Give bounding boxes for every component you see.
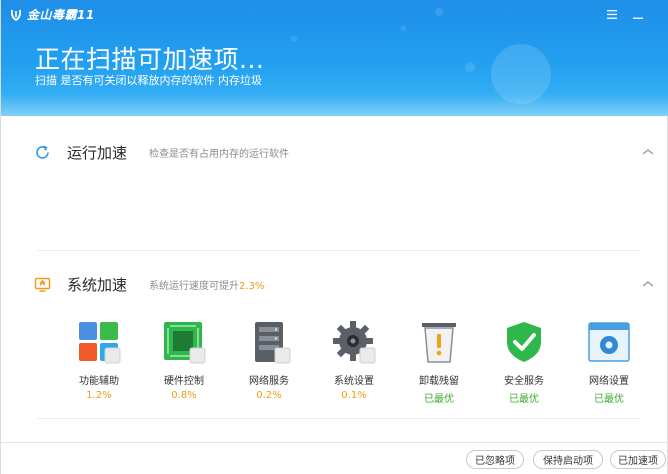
- menu-button[interactable]: [603, 6, 621, 22]
- decor-dot: [465, 62, 475, 72]
- item-value: 0.8%: [171, 390, 197, 401]
- item-label: 安全服务: [504, 376, 544, 387]
- decor-dot: [435, 8, 443, 16]
- features-icon: [79, 322, 121, 364]
- item-label: 卸载残留: [419, 376, 459, 387]
- minimize-button[interactable]: [629, 6, 647, 22]
- section-desc: 检查是否有占用内存的运行软件: [149, 148, 289, 160]
- collapse-chevron-icon[interactable]: [641, 279, 655, 289]
- gear-icon: [333, 321, 376, 364]
- item-value: 0.1%: [341, 390, 367, 401]
- item-value: 已最优: [594, 394, 624, 405]
- trash-warning-icon: [422, 323, 456, 363]
- section-title: 系统加速: [67, 275, 128, 294]
- decor-dot: [291, 36, 297, 42]
- minimize-icon: [633, 17, 643, 19]
- collapse-chevron-icon[interactable]: [641, 147, 655, 157]
- section-divider: [37, 250, 641, 251]
- item-label: 硬件控制: [164, 376, 204, 387]
- server-icon: [255, 322, 291, 364]
- page-subtitle: 扫描 是否有可关闭以释放内存的软件 内存垃圾: [35, 74, 262, 87]
- item-label: 系统设置: [334, 376, 374, 387]
- item-value: 已最优: [424, 394, 454, 405]
- section-desc-prefix: 系统运行速度可提升: [149, 280, 239, 292]
- duba-logo-icon: [10, 9, 22, 21]
- page-title: 正在扫描可加速项...: [35, 45, 265, 74]
- footer-divider: [1, 442, 668, 443]
- section-title: 运行加速: [67, 143, 128, 162]
- header-banner: 金山毒霸11 正在扫描可加速项... 扫描 是否有可关闭以释放内存的软件 内存垃…: [1, 0, 668, 116]
- item-value: 已最优: [509, 394, 539, 405]
- app-logo: 金山毒霸11: [9, 6, 95, 23]
- refresh-icon: [36, 144, 49, 159]
- menu-icon: [607, 9, 617, 19]
- keep-startup-button[interactable]: 保持启动项: [533, 450, 603, 469]
- section-system-accel: 系统加速 系统运行速度可提升2.3%: [1, 272, 661, 296]
- network-settings-icon: [588, 322, 630, 362]
- item-label: 网络服务: [249, 376, 289, 387]
- item-label: 网络设置: [589, 376, 629, 387]
- chip-icon: [164, 322, 206, 364]
- speed-icon: [34, 277, 51, 292]
- section-desc: 系统运行速度可提升2.3%: [149, 277, 264, 292]
- section-divider: [37, 418, 641, 419]
- speedup-percent: 2.3%: [239, 280, 265, 292]
- shield-check-icon: [507, 322, 541, 362]
- decor-dot: [401, 26, 406, 31]
- item-value: 1.2%: [86, 390, 112, 401]
- app-name: 金山毒霸11: [27, 8, 95, 22]
- accel-items: 功能辅助 1.2% 硬件控制 0.8% 网络服务 0.2% 系统设置 0.1% …: [61, 320, 661, 410]
- app-window: 金山毒霸11 正在扫描可加速项... 扫描 是否有可关闭以释放内存的软件 内存垃…: [0, 0, 668, 474]
- section-run-accel: 运行加速 检查是否有占用内存的运行软件: [1, 140, 661, 164]
- header-glow: [1, 94, 668, 116]
- item-value: 0.2%: [256, 390, 282, 401]
- accelerated-items-button[interactable]: 已加速项: [610, 450, 666, 469]
- item-label: 功能辅助: [79, 376, 119, 387]
- ignored-items-button[interactable]: 已忽略项: [466, 450, 524, 469]
